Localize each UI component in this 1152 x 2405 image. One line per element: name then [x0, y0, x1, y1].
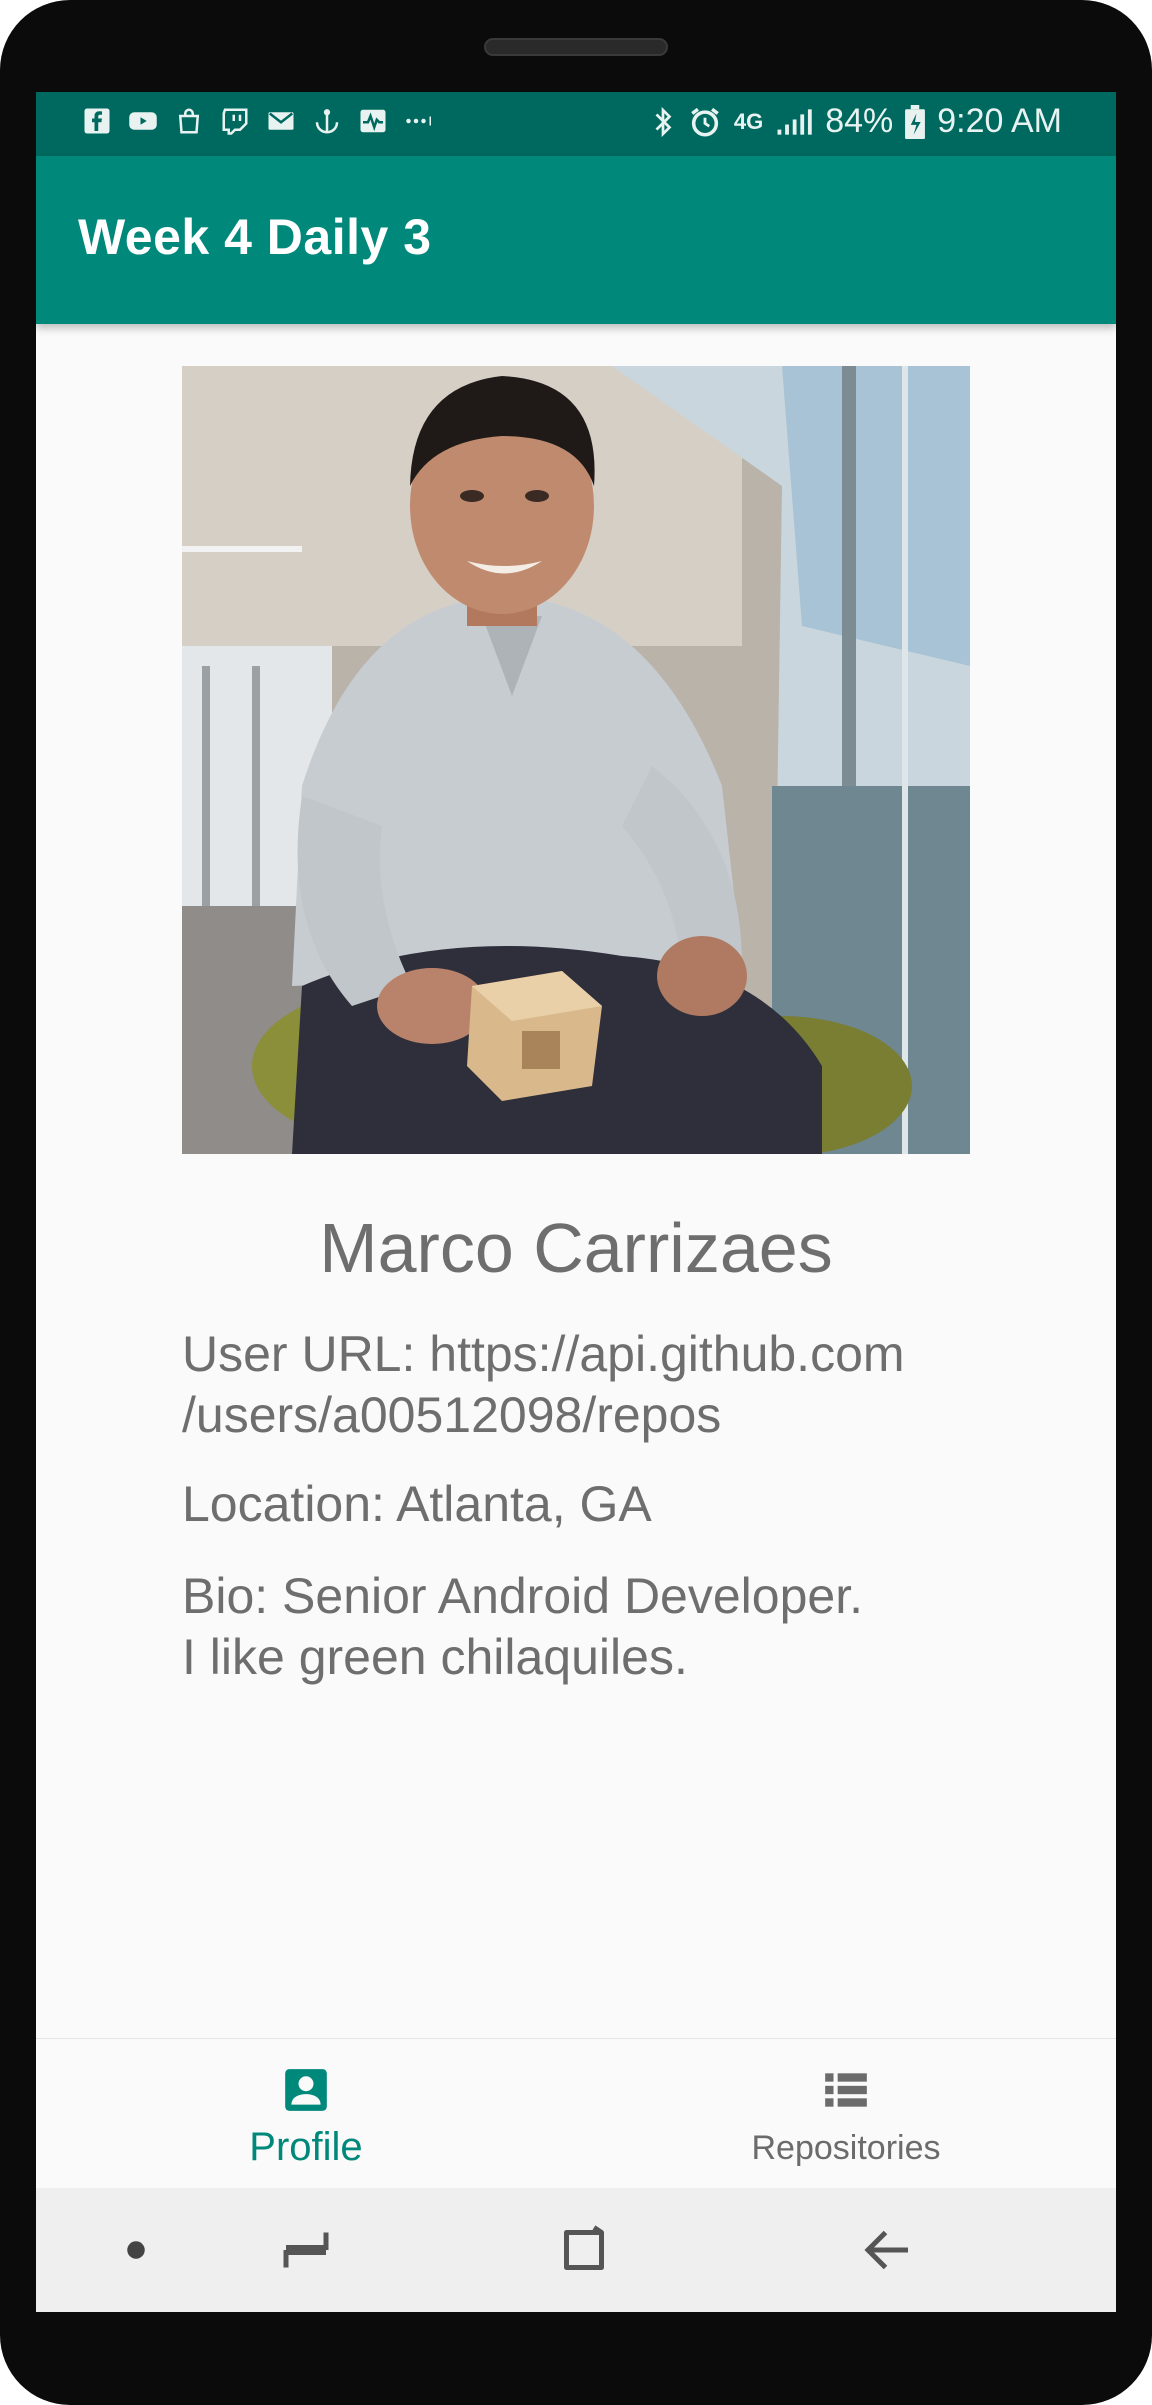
bottom-navigation: Profile Repositories — [36, 2038, 1116, 2189]
shopping-bag-icon — [174, 106, 204, 136]
system-navigation-bar — [36, 2188, 1116, 2312]
alarm-icon — [691, 107, 719, 137]
user-url: User URL: https://api.github.com /users/… — [182, 1326, 905, 1443]
user-location: Location: Atlanta, GA — [182, 1476, 652, 1532]
system-status: 4G 84% 9:20 AM — [650, 102, 1062, 141]
nav-label-profile: Profile — [249, 2125, 363, 2169]
phone-frame: 4G 84% 9:20 AM Week 4 Daily 3 Marco Carr… — [0, 0, 1152, 2405]
user-bio: Bio: Senior Android Developer. I like gr… — [182, 1568, 863, 1685]
app-bar: Week 4 Daily 3 — [36, 156, 1116, 324]
bluetooth-icon — [655, 106, 672, 137]
account-box-icon — [281, 2065, 331, 2115]
gmail-icon — [266, 106, 296, 136]
user-name: Marco Carrizaes — [319, 1209, 833, 1287]
view-list-icon — [821, 2065, 871, 2115]
battery-icon — [905, 104, 926, 139]
profile-photo — [182, 366, 970, 1154]
more-dots-icon — [404, 106, 434, 136]
notification-icons — [82, 106, 434, 136]
youtube-icon — [128, 106, 158, 136]
home-button-icon[interactable] — [554, 2220, 614, 2280]
screen: 4G 84% 9:20 AM Week 4 Daily 3 Marco Carr… — [36, 92, 1116, 2312]
twitch-icon — [220, 106, 250, 136]
signal-icon — [777, 108, 812, 135]
network-type: 4G — [733, 108, 764, 134]
battery-percent: 84% — [825, 102, 894, 140]
nav-item-repositories[interactable]: Repositories — [576, 2039, 1116, 2189]
facebook-icon — [82, 106, 112, 136]
back-button-icon[interactable] — [858, 2220, 918, 2280]
earpiece-speaker — [484, 38, 668, 56]
recent-apps-icon[interactable] — [276, 2220, 336, 2280]
profile-photo-image — [182, 366, 970, 1154]
nav-item-profile[interactable]: Profile — [36, 2039, 576, 2189]
clock: 9:20 AM — [937, 102, 1062, 140]
dot-indicator-icon[interactable] — [106, 2220, 166, 2280]
activity-icon — [358, 106, 388, 136]
nav-label-repositories: Repositories — [751, 2129, 941, 2167]
app-title: Week 4 Daily 3 — [78, 209, 432, 265]
status-bar: 4G 84% 9:20 AM — [36, 92, 1116, 156]
anchor-icon — [312, 106, 342, 136]
